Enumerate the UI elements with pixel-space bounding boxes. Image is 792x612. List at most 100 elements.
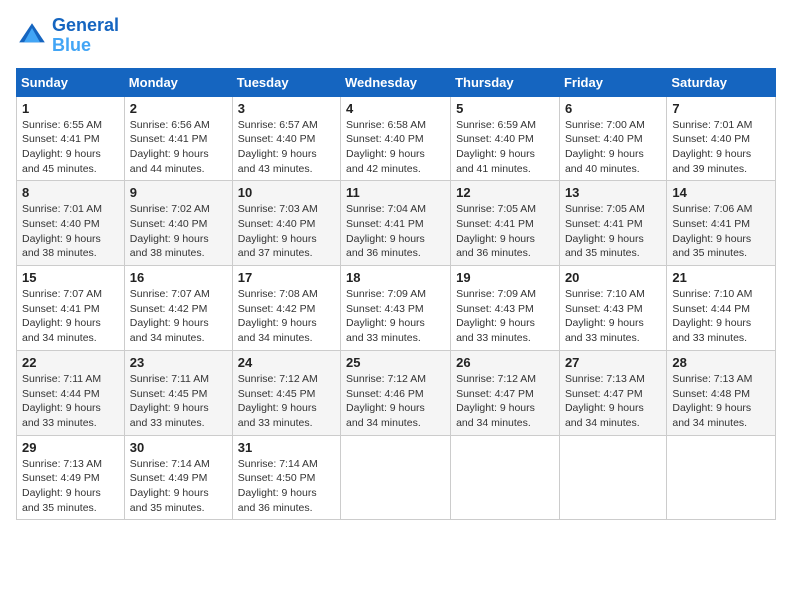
day-info: Sunrise: 7:12 AM Sunset: 4:47 PM Dayligh…: [456, 372, 554, 431]
calendar-cell: 13 Sunrise: 7:05 AM Sunset: 4:41 PM Dayl…: [559, 181, 666, 266]
day-number: 19: [456, 270, 554, 285]
day-info: Sunrise: 7:14 AM Sunset: 4:50 PM Dayligh…: [238, 457, 335, 516]
calendar-cell: 15 Sunrise: 7:07 AM Sunset: 4:41 PM Dayl…: [17, 266, 125, 351]
day-number: 23: [130, 355, 227, 370]
day-number: 9: [130, 185, 227, 200]
day-number: 5: [456, 101, 554, 116]
calendar-cell: 22 Sunrise: 7:11 AM Sunset: 4:44 PM Dayl…: [17, 350, 125, 435]
day-info: Sunrise: 7:05 AM Sunset: 4:41 PM Dayligh…: [456, 202, 554, 261]
day-info: Sunrise: 7:08 AM Sunset: 4:42 PM Dayligh…: [238, 287, 335, 346]
calendar-cell: 24 Sunrise: 7:12 AM Sunset: 4:45 PM Dayl…: [232, 350, 340, 435]
day-info: Sunrise: 7:13 AM Sunset: 4:48 PM Dayligh…: [672, 372, 770, 431]
day-number: 27: [565, 355, 661, 370]
day-number: 15: [22, 270, 119, 285]
day-info: Sunrise: 7:11 AM Sunset: 4:45 PM Dayligh…: [130, 372, 227, 431]
calendar-cell: 28 Sunrise: 7:13 AM Sunset: 4:48 PM Dayl…: [667, 350, 776, 435]
day-info: Sunrise: 7:14 AM Sunset: 4:49 PM Dayligh…: [130, 457, 227, 516]
day-number: 2: [130, 101, 227, 116]
day-info: Sunrise: 7:11 AM Sunset: 4:44 PM Dayligh…: [22, 372, 119, 431]
page-header: GeneralBlue: [16, 16, 776, 56]
calendar-week-3: 15 Sunrise: 7:07 AM Sunset: 4:41 PM Dayl…: [17, 266, 776, 351]
calendar-cell: 18 Sunrise: 7:09 AM Sunset: 4:43 PM Dayl…: [341, 266, 451, 351]
day-info: Sunrise: 6:57 AM Sunset: 4:40 PM Dayligh…: [238, 118, 335, 177]
calendar-cell: 27 Sunrise: 7:13 AM Sunset: 4:47 PM Dayl…: [559, 350, 666, 435]
calendar-table: SundayMondayTuesdayWednesdayThursdayFrid…: [16, 68, 776, 521]
day-number: 11: [346, 185, 445, 200]
header-saturday: Saturday: [667, 68, 776, 96]
calendar-cell: 21 Sunrise: 7:10 AM Sunset: 4:44 PM Dayl…: [667, 266, 776, 351]
day-number: 18: [346, 270, 445, 285]
calendar-cell: 8 Sunrise: 7:01 AM Sunset: 4:40 PM Dayli…: [17, 181, 125, 266]
day-number: 31: [238, 440, 335, 455]
day-info: Sunrise: 7:13 AM Sunset: 4:49 PM Dayligh…: [22, 457, 119, 516]
calendar-cell: 5 Sunrise: 6:59 AM Sunset: 4:40 PM Dayli…: [451, 96, 560, 181]
calendar-cell: 9 Sunrise: 7:02 AM Sunset: 4:40 PM Dayli…: [124, 181, 232, 266]
calendar-week-5: 29 Sunrise: 7:13 AM Sunset: 4:49 PM Dayl…: [17, 435, 776, 520]
calendar-cell: [667, 435, 776, 520]
day-number: 24: [238, 355, 335, 370]
day-number: 14: [672, 185, 770, 200]
day-info: Sunrise: 7:12 AM Sunset: 4:46 PM Dayligh…: [346, 372, 445, 431]
day-number: 25: [346, 355, 445, 370]
day-info: Sunrise: 7:05 AM Sunset: 4:41 PM Dayligh…: [565, 202, 661, 261]
calendar-cell: [341, 435, 451, 520]
day-number: 20: [565, 270, 661, 285]
day-number: 1: [22, 101, 119, 116]
day-info: Sunrise: 7:04 AM Sunset: 4:41 PM Dayligh…: [346, 202, 445, 261]
calendar-cell: 10 Sunrise: 7:03 AM Sunset: 4:40 PM Dayl…: [232, 181, 340, 266]
day-info: Sunrise: 7:07 AM Sunset: 4:41 PM Dayligh…: [22, 287, 119, 346]
day-info: Sunrise: 7:01 AM Sunset: 4:40 PM Dayligh…: [22, 202, 119, 261]
calendar-cell: 11 Sunrise: 7:04 AM Sunset: 4:41 PM Dayl…: [341, 181, 451, 266]
calendar-cell: 29 Sunrise: 7:13 AM Sunset: 4:49 PM Dayl…: [17, 435, 125, 520]
day-info: Sunrise: 7:06 AM Sunset: 4:41 PM Dayligh…: [672, 202, 770, 261]
calendar-cell: 30 Sunrise: 7:14 AM Sunset: 4:49 PM Dayl…: [124, 435, 232, 520]
day-info: Sunrise: 7:01 AM Sunset: 4:40 PM Dayligh…: [672, 118, 770, 177]
calendar-cell: 17 Sunrise: 7:08 AM Sunset: 4:42 PM Dayl…: [232, 266, 340, 351]
calendar-cell: [451, 435, 560, 520]
day-info: Sunrise: 7:02 AM Sunset: 4:40 PM Dayligh…: [130, 202, 227, 261]
day-number: 7: [672, 101, 770, 116]
header-thursday: Thursday: [451, 68, 560, 96]
calendar-cell: 20 Sunrise: 7:10 AM Sunset: 4:43 PM Dayl…: [559, 266, 666, 351]
day-number: 28: [672, 355, 770, 370]
calendar-cell: 16 Sunrise: 7:07 AM Sunset: 4:42 PM Dayl…: [124, 266, 232, 351]
logo-text: GeneralBlue: [52, 16, 119, 56]
calendar-cell: 2 Sunrise: 6:56 AM Sunset: 4:41 PM Dayli…: [124, 96, 232, 181]
day-info: Sunrise: 7:10 AM Sunset: 4:43 PM Dayligh…: [565, 287, 661, 346]
day-number: 16: [130, 270, 227, 285]
header-wednesday: Wednesday: [341, 68, 451, 96]
day-number: 13: [565, 185, 661, 200]
day-info: Sunrise: 7:12 AM Sunset: 4:45 PM Dayligh…: [238, 372, 335, 431]
day-number: 12: [456, 185, 554, 200]
day-number: 29: [22, 440, 119, 455]
day-number: 22: [22, 355, 119, 370]
calendar-cell: 14 Sunrise: 7:06 AM Sunset: 4:41 PM Dayl…: [667, 181, 776, 266]
day-number: 4: [346, 101, 445, 116]
calendar-cell: 6 Sunrise: 7:00 AM Sunset: 4:40 PM Dayli…: [559, 96, 666, 181]
calendar-cell: [559, 435, 666, 520]
calendar-cell: 25 Sunrise: 7:12 AM Sunset: 4:46 PM Dayl…: [341, 350, 451, 435]
header-sunday: Sunday: [17, 68, 125, 96]
day-info: Sunrise: 7:09 AM Sunset: 4:43 PM Dayligh…: [456, 287, 554, 346]
calendar-cell: 23 Sunrise: 7:11 AM Sunset: 4:45 PM Dayl…: [124, 350, 232, 435]
day-info: Sunrise: 6:56 AM Sunset: 4:41 PM Dayligh…: [130, 118, 227, 177]
header-friday: Friday: [559, 68, 666, 96]
day-info: Sunrise: 7:13 AM Sunset: 4:47 PM Dayligh…: [565, 372, 661, 431]
calendar-cell: 4 Sunrise: 6:58 AM Sunset: 4:40 PM Dayli…: [341, 96, 451, 181]
day-number: 3: [238, 101, 335, 116]
day-info: Sunrise: 7:03 AM Sunset: 4:40 PM Dayligh…: [238, 202, 335, 261]
day-info: Sunrise: 6:59 AM Sunset: 4:40 PM Dayligh…: [456, 118, 554, 177]
day-number: 10: [238, 185, 335, 200]
calendar-cell: 1 Sunrise: 6:55 AM Sunset: 4:41 PM Dayli…: [17, 96, 125, 181]
day-number: 30: [130, 440, 227, 455]
calendar-cell: 19 Sunrise: 7:09 AM Sunset: 4:43 PM Dayl…: [451, 266, 560, 351]
day-info: Sunrise: 7:09 AM Sunset: 4:43 PM Dayligh…: [346, 287, 445, 346]
header-monday: Monday: [124, 68, 232, 96]
day-number: 6: [565, 101, 661, 116]
calendar-cell: 3 Sunrise: 6:57 AM Sunset: 4:40 PM Dayli…: [232, 96, 340, 181]
header-tuesday: Tuesday: [232, 68, 340, 96]
calendar-header-row: SundayMondayTuesdayWednesdayThursdayFrid…: [17, 68, 776, 96]
day-info: Sunrise: 6:55 AM Sunset: 4:41 PM Dayligh…: [22, 118, 119, 177]
day-info: Sunrise: 7:00 AM Sunset: 4:40 PM Dayligh…: [565, 118, 661, 177]
calendar-week-4: 22 Sunrise: 7:11 AM Sunset: 4:44 PM Dayl…: [17, 350, 776, 435]
